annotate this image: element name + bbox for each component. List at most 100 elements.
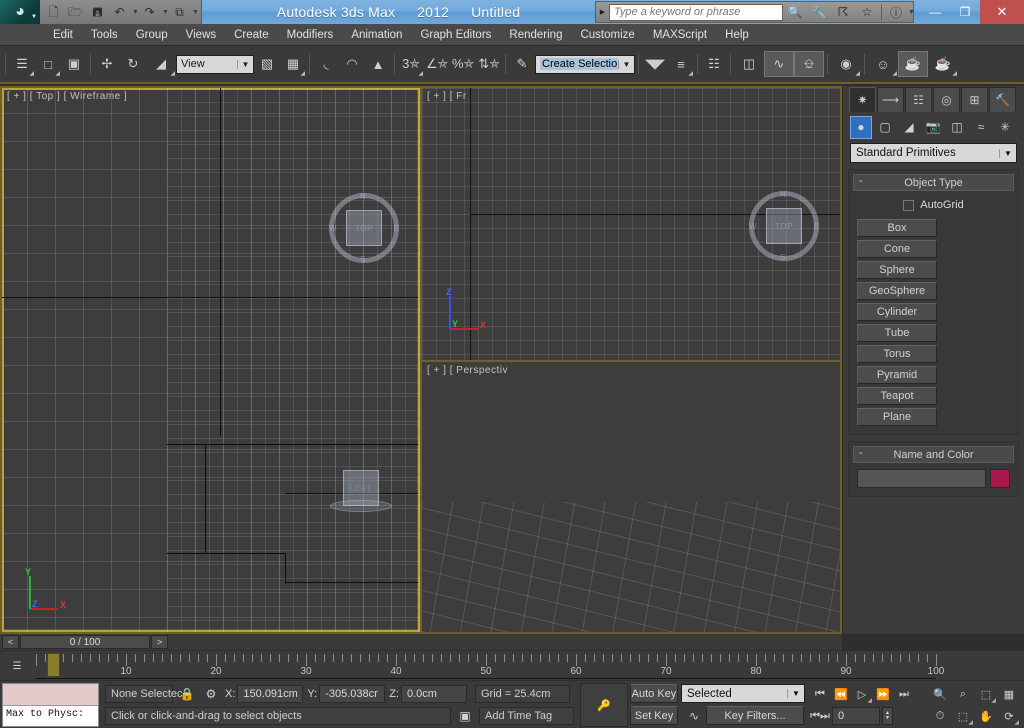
coord-x-field[interactable]: 150.091cm [237,685,304,703]
viewport-front-label[interactable]: [ + ] [ Fr [427,91,467,102]
viewcube-top[interactable]: N S E W TOP [329,192,399,264]
space-warps-icon[interactable]: ≈ [970,116,992,139]
next-frame-small-button[interactable]: > [151,635,168,649]
menu-item-customize[interactable]: Customize [571,24,643,46]
menu-item-maxscript[interactable]: MAXScript [644,24,716,46]
key-filter-curve-icon[interactable]: ∿ [684,706,704,726]
chevron-down-icon[interactable]: ▼ [618,59,634,69]
menu-item-views[interactable]: Views [177,24,225,46]
edit-named-selection-sets-icon[interactable]: ✎ [509,51,535,77]
maxscript-output-pane[interactable] [3,684,98,706]
autogrid-row[interactable]: AutoGrid [853,194,1014,216]
select-and-move-icon[interactable]: ✢ [94,51,120,77]
tab-display[interactable]: ⊞ [961,87,988,112]
maxscript-input-pane[interactable]: Max to Physc: [3,706,98,726]
spinner-snap-toggle-icon[interactable]: ⇅⛤ [476,51,502,77]
create-cylinder-button[interactable]: Cylinder [857,303,937,321]
previous-frame-small-button[interactable]: < [2,635,19,649]
geometry-icon[interactable]: ● [850,115,872,139]
help-dropdown-icon[interactable]: ▼ [908,9,915,16]
viewcube-east-label[interactable]: E [814,222,819,231]
search-binoculars-icon[interactable]: 🔍 [783,2,807,22]
viewport-front[interactable]: [ + ] [ Fr N S E W TOP X Z Y [422,88,840,360]
toolbar-grip[interactable] [2,53,9,75]
lights-icon[interactable]: ◢ [898,116,920,139]
coord-y-field[interactable]: -305.038cr [319,685,386,703]
set-key-button[interactable]: Set Key [630,706,678,725]
viewcube-face-top[interactable]: TOP [346,210,382,246]
menu-item-help[interactable]: Help [716,24,758,46]
viewport-perspective[interactable]: [ + ] [ Perspectiv X Y Z [422,362,840,632]
zoom-all-icon[interactable]: ⌕ [953,684,973,704]
previous-next-key-button[interactable]: ⏮⏭ [810,706,830,726]
create-geosphere-button[interactable]: GeoSphere [857,282,937,300]
menu-item-rendering[interactable]: Rendering [500,24,571,46]
viewcube-west-label[interactable]: W [749,222,757,231]
viewport-top[interactable]: [ + ] [ Top ] [ Wireframe ] N S E W TOP … [2,88,420,632]
goto-end-button[interactable]: ⏭ [894,684,914,704]
viewcube-north-label[interactable]: N [360,192,366,201]
zoom-icon[interactable]: 🔍 [930,684,950,704]
tab-utilities[interactable]: 🔨 [989,87,1016,112]
schematic-view-icon[interactable]: ⎒ [794,51,824,77]
communication-center-icon[interactable]: ☈ [831,2,855,22]
graphite-modeling-tools-icon[interactable]: ◫ [734,51,764,77]
chevron-down-icon[interactable]: ▼ [787,689,804,698]
previous-frame-button[interactable]: ⏪ [831,684,851,704]
percent-snap-toggle-icon[interactable]: %⛤ [450,51,476,77]
menu-item-create[interactable]: Create [225,24,278,46]
select-object-icon[interactable]: □ ◢ [35,51,61,78]
help-icon[interactable]: ⓘ [884,2,908,22]
current-time-spinner[interactable]: ▲ ▼ [882,707,893,725]
infocenter-expand-icon[interactable]: ▶ [596,8,609,16]
close-button[interactable]: ✕ [980,0,1024,24]
time-slider-handle[interactable] [47,653,60,677]
absolute-relative-transform-icon[interactable]: ⚙ [201,684,221,704]
menu-item-tools[interactable]: Tools [82,24,127,46]
time-ruler[interactable]: 10 20 30 40 50 60 70 80 90 100 [36,652,944,680]
viewcube-west-label[interactable]: W [329,224,337,233]
rollout-collapse-icon[interactable]: - [859,175,863,187]
tab-motion[interactable]: ◎ [933,87,960,112]
shapes-icon[interactable]: ▢ [874,116,896,139]
angle-snap-toggle-icon[interactable]: ∠⛤ [424,51,450,77]
open-file-icon[interactable]: 🗁 [66,3,85,22]
track-bar[interactable]: ☰ 10 20 30 40 50 60 70 80 90 100 [0,650,1024,680]
viewcube-face-top[interactable]: TOP [766,208,802,244]
menu-item-group[interactable]: Group [127,24,177,46]
play-animation-button[interactable]: ▷ ◢ [852,684,872,705]
chevron-down-icon[interactable]: ▼ [999,148,1016,158]
bind-to-space-warp-icon[interactable]: ▲ [365,51,391,77]
unlink-selection-icon[interactable]: ◠ [339,51,365,77]
named-selection-set-combo[interactable]: Create Selection Se ▼ [535,54,635,74]
create-tube-button[interactable]: Tube [857,324,937,342]
menu-item-graph-editors[interactable]: Graph Editors [411,24,500,46]
undo-dropdown-icon[interactable]: ▼ [132,9,139,16]
align-icon[interactable]: ≡ ◢ [668,51,694,78]
snaps-toggle-icon[interactable]: 3⛤ ◢ [398,51,424,77]
time-configuration-icon[interactable]: ⏱ [930,706,950,726]
viewcube-east-label[interactable]: E [394,224,399,233]
selection-lock-icon[interactable]: 🔒 [177,684,197,704]
material-editor-icon[interactable]: ◉ ◢ [831,51,861,77]
open-mini-curve-editor-icon[interactable]: ☰ [4,655,30,677]
viewcube-front[interactable]: N S E W TOP [749,190,819,262]
chevron-down-icon[interactable]: ▼ [237,59,253,69]
use-pivot-point-center-icon[interactable]: ▧ [254,51,280,77]
infocenter-search-input[interactable]: Type a keyword or phrase [609,3,783,21]
reference-coordinate-system-combo[interactable]: View ▼ [176,54,254,74]
current-frame-field[interactable]: 0 / 100 [20,635,150,649]
tab-modify[interactable]: ⟶ [877,87,904,112]
coord-z-field[interactable]: 0.0cm [400,685,467,703]
undo-icon[interactable]: ↶ [110,3,129,22]
cameras-icon[interactable]: 📷 [922,116,944,139]
object-category-combo[interactable]: Standard Primitives ▼ [850,143,1017,163]
viewport-perspective-label[interactable]: [ + ] [ Perspectiv [427,365,508,376]
project-folder-icon[interactable]: ⧉ [170,3,189,22]
menu-item-modifiers[interactable]: Modifiers [278,24,343,46]
pan-view-icon[interactable]: ✋ [976,706,996,726]
mirror-icon[interactable]: ◥◤ [642,51,668,77]
create-torus-button[interactable]: Torus [857,345,937,363]
systems-icon[interactable]: ✳ [994,116,1016,139]
viewcube-south-label[interactable]: S [780,253,785,262]
